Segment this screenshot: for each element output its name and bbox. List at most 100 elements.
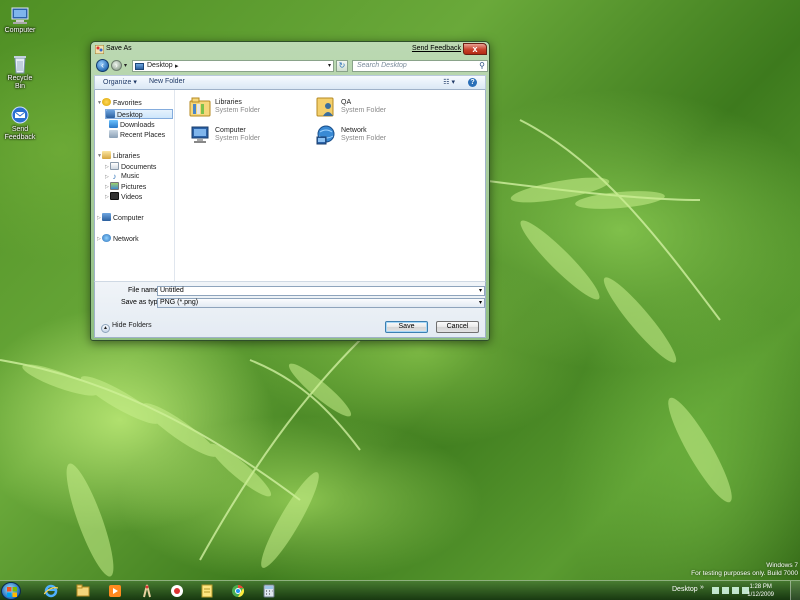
documents-icon — [110, 162, 119, 170]
taskbar-calculator[interactable] — [258, 583, 280, 599]
desktop-toolbar-label[interactable]: Desktop — [672, 586, 698, 593]
nav-network[interactable]: ▷ Network — [97, 234, 139, 244]
nav-label: Network — [113, 236, 139, 243]
clock-time: 1:28 PM — [749, 584, 772, 590]
recycle-bin-icon — [9, 54, 31, 74]
nav-videos[interactable]: ▷ Videos — [105, 192, 142, 202]
nav-favorites[interactable]: ▼ Favorites — [97, 98, 142, 108]
send-feedback-icon — [9, 105, 31, 125]
address-dropdown-icon[interactable]: ▾ — [328, 62, 331, 69]
taskbar-media-player[interactable] — [104, 583, 126, 599]
computer-icon — [9, 6, 31, 26]
hide-folders-button[interactable]: ▲ Hide Folders — [101, 322, 152, 333]
computer-icon — [191, 126, 209, 143]
new-folder-button[interactable]: New Folder — [149, 78, 185, 85]
search-input[interactable]: Search Desktop ⚲ — [352, 60, 488, 72]
window-title: Save As — [106, 45, 132, 52]
desktop-icon-recycle-bin[interactable]: Recycle Bin — [2, 54, 38, 91]
desktop-icon-send-feedback[interactable]: Send Feedback — [2, 105, 38, 142]
taskbar-feedback-tool[interactable] — [166, 583, 188, 599]
file-name-value: Untitled — [160, 287, 184, 294]
change-view-button[interactable]: ☷ ▾ — [443, 78, 455, 86]
save-button[interactable]: Save — [385, 321, 428, 333]
breadcrumb-desktop[interactable]: Desktop — [147, 62, 173, 69]
item-type: System Folder — [341, 107, 387, 114]
nav-documents[interactable]: ▷ Documents — [105, 162, 156, 172]
pictures-icon — [110, 182, 119, 190]
item-libraries[interactable]: Libraries System Folder — [189, 96, 309, 122]
show-hidden-icons-icon[interactable] — [712, 587, 719, 594]
taskbar-notepad[interactable] — [196, 583, 218, 599]
nav-label: Documents — [121, 164, 157, 171]
show-desktop-button[interactable] — [790, 581, 800, 600]
paint-icon — [143, 584, 151, 598]
taskbar-chrome[interactable] — [227, 583, 249, 599]
save-as-dialog: Save As Send Feedback x ‹ › ▾ Desktop ▸ … — [90, 41, 490, 341]
action-center-flag-icon[interactable] — [722, 587, 729, 594]
breadcrumb-arrow-icon[interactable]: ▸ — [175, 62, 179, 70]
recent-pages-dropdown[interactable]: ▾ — [124, 62, 127, 69]
address-bar[interactable]: Desktop ▸ ▾ — [132, 60, 334, 72]
libraries-icon — [189, 97, 211, 117]
item-qa[interactable]: QA System Folder — [315, 96, 435, 122]
recent-places-icon — [109, 130, 118, 138]
close-button[interactable]: x — [463, 43, 487, 55]
forward-button[interactable]: › — [111, 60, 122, 71]
nav-recent-places[interactable]: Recent Places — [109, 130, 165, 140]
item-name: Computer — [215, 127, 246, 134]
search-icon[interactable]: ⚲ — [479, 61, 485, 70]
windows-explorer-icon — [76, 584, 90, 597]
item-computer[interactable]: Computer System Folder — [189, 124, 309, 150]
hide-folders-label: Hide Folders — [112, 322, 152, 329]
nav-computer[interactable]: ▷ Computer — [97, 213, 144, 223]
file-name-input[interactable]: Untitled ▾ — [157, 286, 485, 296]
chevron-down-icon[interactable]: ▾ — [479, 299, 482, 307]
network-icon — [316, 125, 335, 145]
nav-label: Computer — [113, 215, 144, 222]
title-bar[interactable]: Save As Send Feedback x — [91, 42, 489, 58]
videos-icon — [110, 192, 119, 200]
media-player-icon — [109, 585, 121, 597]
taskbar-internet-explorer[interactable] — [40, 583, 62, 599]
clock[interactable]: 1:28 PM 1/12/2009 — [747, 583, 774, 599]
start-button[interactable] — [1, 582, 21, 600]
notification-area: Desktop » 1:28 PM 1/12/2009 — [670, 581, 800, 600]
nav-label: Recent Places — [120, 132, 166, 139]
refresh-button[interactable]: ↻ — [336, 60, 348, 72]
desktop-icon-computer[interactable]: Computer — [2, 6, 38, 35]
nav-label: Favorites — [113, 100, 142, 107]
save-type-value: PNG (*.png) — [160, 299, 199, 306]
help-icon[interactable]: ? — [468, 78, 477, 87]
nav-label: Desktop — [117, 112, 143, 119]
organize-button[interactable]: Organize ▾ — [103, 78, 137, 86]
network-icon — [102, 234, 111, 242]
command-toolbar: Organize ▾ New Folder ☷ ▾ ? — [94, 75, 486, 90]
chevron-down-icon[interactable]: ▾ — [479, 287, 482, 295]
nav-downloads[interactable]: Downloads — [109, 120, 155, 130]
calculator-icon — [263, 584, 275, 598]
taskbar: Desktop » 1:28 PM 1/12/2009 — [0, 580, 800, 600]
network-tray-icon[interactable] — [732, 587, 739, 594]
back-button[interactable]: ‹ — [96, 59, 109, 72]
cancel-button[interactable]: Cancel — [436, 321, 479, 333]
nav-music[interactable]: ▷ ♪ Music — [105, 172, 139, 182]
feedback-tool-icon — [171, 585, 183, 597]
address-row: ‹ › ▾ Desktop ▸ ▾ ↻ Search Desktop ⚲ — [94, 59, 488, 74]
toolbar-chevron-icon[interactable]: » — [700, 584, 704, 591]
taskbar-windows-explorer[interactable] — [72, 583, 94, 599]
file-name-label: File name: — [128, 287, 161, 294]
item-network[interactable]: Network System Folder — [315, 124, 435, 150]
nav-libraries[interactable]: ▼ Libraries — [97, 151, 140, 161]
desktop-icon-label: Computer — [4, 27, 36, 34]
nav-pictures[interactable]: ▷ Pictures — [105, 182, 146, 192]
nav-label: Pictures — [121, 184, 147, 191]
clock-date: 1/12/2009 — [747, 592, 774, 598]
desktop-icon-label: Recycle Bin — [7, 75, 33, 90]
desktop-folder-icon — [135, 63, 144, 70]
nav-desktop[interactable]: Desktop — [105, 109, 173, 119]
windows-watermark: Windows 7 For testing purposes only. Bui… — [691, 562, 798, 578]
save-type-select[interactable]: PNG (*.png) ▾ — [157, 298, 485, 308]
taskbar-paint[interactable] — [136, 583, 158, 599]
item-name: Network — [341, 127, 367, 134]
send-feedback-link[interactable]: Send Feedback — [412, 45, 461, 52]
